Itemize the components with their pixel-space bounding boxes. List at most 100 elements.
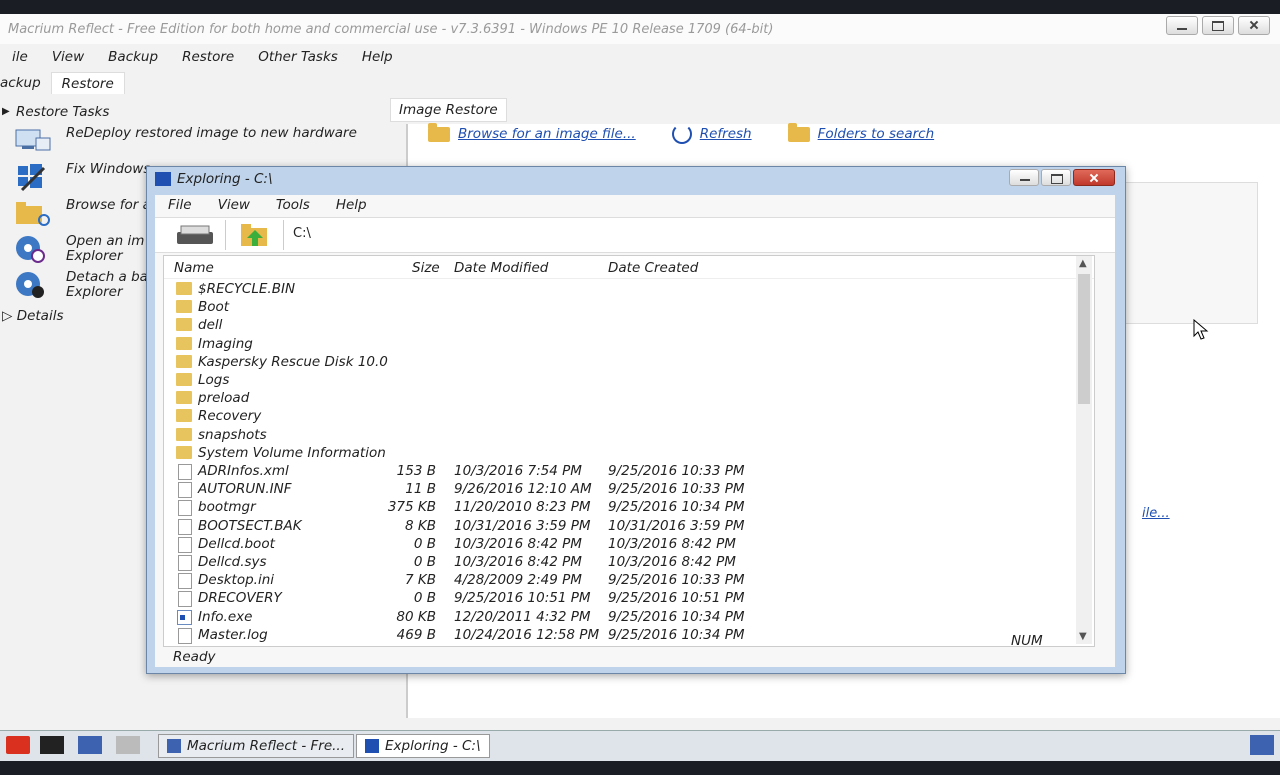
file-date-modified: 4/28/2009 2:49 PM [454, 572, 582, 589]
folder-up-icon[interactable] [239, 222, 271, 248]
file-name: $RECYCLE.BIN [198, 281, 296, 297]
column-date-modified[interactable]: Date Modified [454, 260, 548, 276]
folder-search-icon [428, 122, 450, 142]
folders-to-search-link[interactable]: Folders to search [787, 122, 934, 144]
task-browse[interactable]: Browse for a [14, 198, 151, 228]
explorer-close-button[interactable] [1073, 169, 1115, 186]
folder-icon [176, 300, 192, 314]
file-row[interactable]: Desktop.ini 7 KB 4/28/2009 2:49 PM 9/25/201… [164, 571, 1094, 590]
tab-restore[interactable]: Restore [50, 72, 125, 94]
file-row[interactable]: Dellcd.sys 0 B 10/3/2016 8:42 PM 10/3/2016 … [164, 553, 1094, 571]
desktop: Macrium Reflect - Free Edition for both … [0, 14, 1280, 734]
collapse-arrow-icon[interactable]: ▶ [2, 106, 10, 117]
exe-file-icon [177, 609, 192, 625]
file-row[interactable]: snapshots [164, 426, 1094, 444]
file-date-modified: 10/3/2016 7:54 PM [454, 463, 582, 479]
browse-folder-icon [14, 198, 56, 228]
file-icon [178, 518, 192, 535]
folder-icon [176, 409, 192, 423]
file-row[interactable]: Dellcd.boot 0 B 10/3/2016 8:42 PM 10/3/2016… [164, 535, 1094, 553]
menu-restore[interactable]: Restore [170, 47, 246, 69]
file-row[interactable]: Boot [164, 298, 1094, 316]
file-name: Dellcd.boot [198, 535, 275, 552]
column-size[interactable]: Size [412, 260, 440, 276]
file-name: Desktop.ini [198, 572, 275, 589]
browse-image-label: Browse for an image file... [458, 126, 636, 142]
details-toggle[interactable]: ▷ Details [2, 308, 64, 324]
menu-backup[interactable]: Backup [96, 47, 170, 69]
command-prompt-icon[interactable] [40, 736, 64, 754]
folder-icon [176, 391, 192, 405]
file-row[interactable]: Logs [164, 371, 1094, 389]
explorer-title: Exploring - C:\ [177, 171, 273, 187]
explorer-minimize-button[interactable] [1009, 169, 1039, 186]
task-redeploy[interactable]: ReDeploy restored image to new hardware [14, 126, 357, 156]
file-row[interactable]: Recovery [164, 407, 1094, 425]
scroll-down-icon[interactable]: ▼ [1079, 631, 1087, 642]
file-date-modified: 9/25/2016 10:51 PM [454, 590, 591, 607]
file-list-scrollbar[interactable]: ▲ ▼ [1076, 256, 1092, 644]
close-button[interactable] [1238, 16, 1270, 35]
file-row[interactable]: bootmgr 375 KB 11/20/2010 8:23 PM 9/25/2016… [164, 498, 1094, 517]
refresh-link[interactable]: Refresh [671, 124, 752, 144]
file-date-created: 9/25/2016 10:34 PM [608, 499, 745, 516]
file-name: Boot [198, 299, 230, 316]
file-row[interactable]: preload [164, 389, 1094, 407]
column-name[interactable]: Name [174, 260, 214, 276]
menu-view[interactable]: View [40, 47, 96, 69]
restore-button[interactable] [1202, 16, 1234, 35]
file-row[interactable]: dell [164, 316, 1094, 334]
menu-help[interactable]: Help [350, 47, 405, 69]
explorer-menu-view[interactable]: View [205, 195, 263, 215]
menu-file[interactable]: ile [0, 47, 40, 69]
tab-image-restore[interactable]: Image Restore [390, 98, 507, 122]
minimize-button[interactable] [1166, 16, 1198, 35]
file-size: 0 B [413, 535, 436, 552]
detach-image-icon [14, 270, 56, 300]
file-row[interactable]: BOOTSECT.BAK 8 KB 10/31/2016 3:59 PM 10/31/… [164, 517, 1094, 535]
network-icon[interactable] [78, 736, 102, 754]
task-detach-image[interactable]: Detach a ba Explorer [14, 270, 148, 300]
column-date-created[interactable]: Date Created [608, 260, 698, 276]
file-row[interactable]: Master.log 469 B 10/24/2016 12:58 PM 9/25/2… [164, 626, 1094, 644]
explorer-menu-file[interactable]: File [155, 195, 205, 215]
file-row[interactable]: Info.exe 80 KB 12/20/2011 4:32 PM 9/25/2016… [164, 608, 1094, 626]
file-row[interactable]: $RECYCLE.BIN [164, 280, 1094, 298]
taskbar-macrium[interactable]: Macrium Reflect - Fre... [158, 734, 355, 758]
power-icon[interactable] [6, 736, 30, 754]
drive-icon[interactable] [175, 224, 215, 244]
file-row[interactable]: System Volume Information [164, 444, 1094, 462]
file-date-created: 9/25/2016 10:33 PM [608, 463, 745, 479]
partial-link[interactable]: ile... [1142, 506, 1170, 521]
file-name: dell [198, 317, 223, 334]
taskbar-explorer[interactable]: Exploring - C:\ [356, 734, 490, 758]
explorer-maximize-button[interactable] [1041, 169, 1071, 186]
explorer-menu-tools[interactable]: Tools [263, 195, 323, 215]
tab-backup[interactable]: ackup [0, 72, 51, 94]
scroll-up-icon[interactable]: ▲ [1079, 258, 1087, 269]
file-date-created: 10/31/2016 3:59 PM [608, 517, 745, 534]
file-icon [178, 536, 192, 553]
file-row[interactable]: Imaging [164, 335, 1094, 353]
macrium-icon [167, 739, 181, 753]
explorer-menu-help[interactable]: Help [323, 195, 380, 215]
tray-network-icon[interactable] [1250, 735, 1274, 755]
explorer-window: Exploring - C:\ File View Tools Help C:\… [146, 166, 1126, 674]
menu-other-tasks[interactable]: Other Tasks [246, 47, 350, 69]
screenshot-icon[interactable] [116, 736, 140, 754]
browse-image-link[interactable]: Browse for an image file... [428, 122, 636, 144]
file-row[interactable]: Kaspersky Rescue Disk 10.0 [164, 353, 1094, 371]
file-name: Master.log [198, 626, 268, 643]
task-open-image[interactable]: Open an im Explorer [14, 234, 144, 264]
file-date-modified: 10/3/2016 8:42 PM [454, 554, 582, 570]
file-name: Logs [198, 372, 230, 388]
task-fix-windows[interactable]: Fix Windows [14, 162, 150, 192]
task-label: Detach a ba [66, 269, 148, 285]
scroll-thumb[interactable] [1078, 274, 1090, 404]
file-name: BOOTSECT.BAK [198, 517, 302, 534]
file-date-modified: 9/26/2016 12:10 AM [454, 481, 592, 498]
file-size: 11 B [405, 481, 436, 498]
file-row[interactable]: AUTORUN.INF 11 B 9/26/2016 12:10 AM 9/25/20… [164, 480, 1094, 499]
file-row[interactable]: DRECOVERY 0 B 9/25/2016 10:51 PM 9/25/2016 … [164, 589, 1094, 608]
file-row[interactable]: ADRInfos.xml 153 B 10/3/2016 7:54 PM 9/25/2… [164, 462, 1094, 480]
